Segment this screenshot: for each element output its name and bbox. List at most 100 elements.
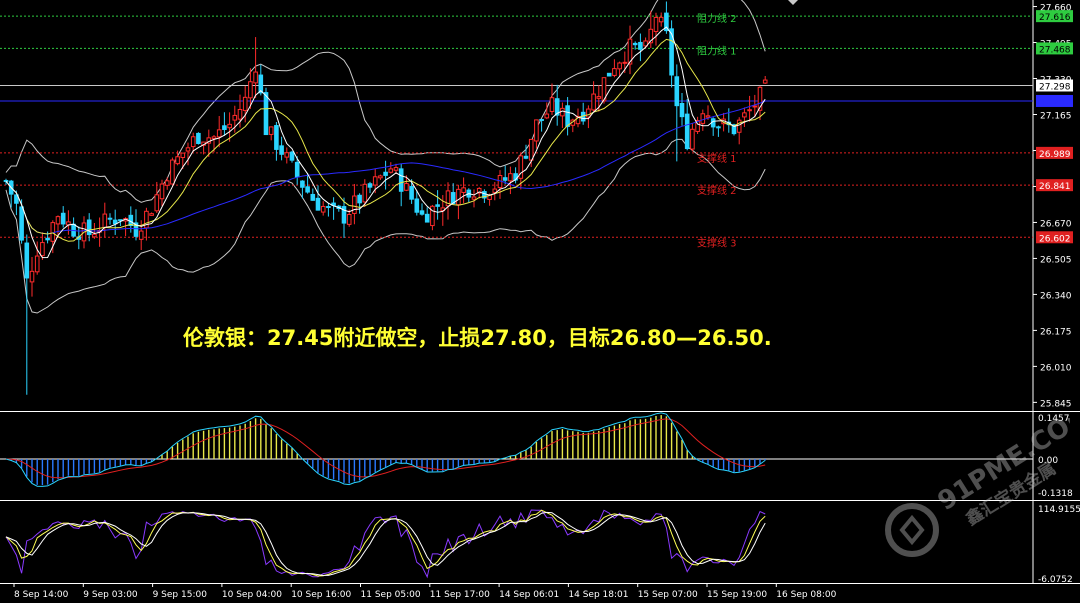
candle-body — [502, 177, 508, 181]
x-tick-label: 9 Sep 15:00 — [153, 590, 208, 600]
chart-shift-marker-icon — [788, 0, 798, 5]
candle-body — [237, 108, 243, 120]
candle-body — [284, 152, 290, 158]
candle-body — [315, 197, 321, 211]
x-tick-label: 10 Sep 04:00 — [222, 590, 282, 600]
candle-body — [170, 159, 175, 185]
candle-body — [539, 118, 544, 121]
candle-body — [248, 81, 253, 99]
candle-body — [508, 173, 513, 182]
candle-body — [638, 41, 643, 50]
candle-body — [632, 42, 638, 46]
candle-body — [196, 132, 201, 145]
candle-body — [216, 129, 222, 138]
x-tick-label: 8 Sep 14:00 — [14, 590, 69, 600]
x-tick-label: 11 Sep 17:00 — [430, 590, 490, 600]
candle-body — [107, 217, 113, 220]
y-tick-label: 26.010 — [1040, 363, 1072, 373]
candle-body — [29, 270, 35, 283]
candle-body — [352, 195, 357, 214]
candle-body — [622, 61, 628, 64]
candle-body — [565, 105, 570, 127]
resistance-line-label: 阻力线 1 — [697, 44, 737, 57]
x-tick-label: 16 Sep 08:00 — [776, 590, 836, 600]
candle-body — [102, 213, 108, 228]
candle-body — [357, 194, 362, 204]
candle-body — [274, 125, 279, 150]
candle-body — [326, 206, 331, 209]
candle-body — [419, 210, 425, 215]
candle-body — [435, 204, 440, 207]
price-label-text: 26.989 — [1039, 150, 1071, 160]
stoch-slow-line — [5, 511, 766, 576]
x-tick-label: 11 Sep 05:00 — [361, 590, 421, 600]
candle-body — [606, 72, 612, 77]
candle-body — [674, 76, 680, 107]
candle-body — [544, 113, 550, 119]
price-label-text: 27.227 — [1039, 98, 1071, 108]
watermark-logo: 91PME.COM 鑫汇宝贵金属 — [885, 418, 1070, 557]
y-tick-label: 26.340 — [1040, 291, 1072, 301]
candle-body — [560, 107, 565, 117]
candle-body — [222, 125, 227, 130]
candle-body — [752, 105, 758, 108]
candle-body — [690, 128, 695, 150]
chart-root: 阻力线 2阻力线 1支撑线 1支撑线 2支撑线 327.66027.49527.… — [0, 0, 1080, 603]
ma-mid-line — [5, 38, 766, 242]
candle-body — [367, 183, 373, 188]
candle-body — [393, 167, 399, 171]
x-tick-label: 10 Sep 16:00 — [291, 590, 351, 600]
candle-body — [736, 119, 742, 133]
candle-body — [534, 119, 539, 142]
candle-body — [404, 183, 409, 191]
candle-body — [92, 233, 97, 238]
candle-body — [653, 16, 659, 32]
candle-body — [669, 28, 674, 76]
candle-body — [362, 183, 368, 203]
resistance-line-label: 阻力线 2 — [697, 12, 737, 25]
candle-body — [211, 136, 217, 140]
candle-body — [40, 242, 45, 257]
candle-body — [409, 186, 414, 200]
candle-body — [34, 255, 40, 273]
price-label-text: 27.298 — [1039, 82, 1071, 92]
x-tick-label: 15 Sep 07:00 — [638, 590, 698, 600]
candle-body — [279, 145, 284, 155]
candle-body — [55, 216, 61, 225]
candle-body — [294, 161, 300, 178]
candle-body — [388, 168, 394, 173]
x-tick-label: 14 Sep 06:01 — [499, 590, 559, 600]
x-tick-label: 14 Sep 18:01 — [568, 590, 628, 600]
candle-body — [612, 68, 617, 76]
price-label-text: 26.841 — [1039, 182, 1071, 192]
candle-body — [180, 152, 186, 159]
candle-body — [154, 194, 160, 212]
candle-body — [310, 193, 316, 201]
x-tick-label: 15 Sep 19:00 — [707, 590, 767, 600]
y-tick-label: 26.175 — [1040, 327, 1072, 337]
candle-body — [456, 188, 461, 206]
candle-body — [528, 138, 534, 161]
candle-body — [679, 102, 685, 118]
candle-body — [263, 92, 269, 136]
candle-body — [383, 171, 388, 176]
candle-body — [471, 196, 477, 200]
candle-body — [159, 183, 165, 200]
candle-body — [227, 123, 232, 129]
candle-body — [549, 97, 555, 112]
y-tick-label: 26.670 — [1040, 219, 1072, 229]
support-line-label: 支撑线 2 — [697, 184, 737, 197]
candle-body — [596, 96, 602, 99]
candle-body — [232, 114, 238, 121]
candle-body — [346, 213, 352, 225]
candle-body — [705, 115, 711, 118]
y-tick-label: 27.165 — [1040, 111, 1072, 121]
candle-body — [242, 96, 248, 111]
candle-body — [19, 206, 24, 241]
candle-body — [372, 176, 378, 186]
candle-body — [762, 79, 768, 84]
candle-body — [684, 113, 690, 150]
candle-body — [716, 126, 721, 129]
candle-body — [164, 180, 170, 186]
y-tick-label: 25.845 — [1040, 399, 1072, 409]
